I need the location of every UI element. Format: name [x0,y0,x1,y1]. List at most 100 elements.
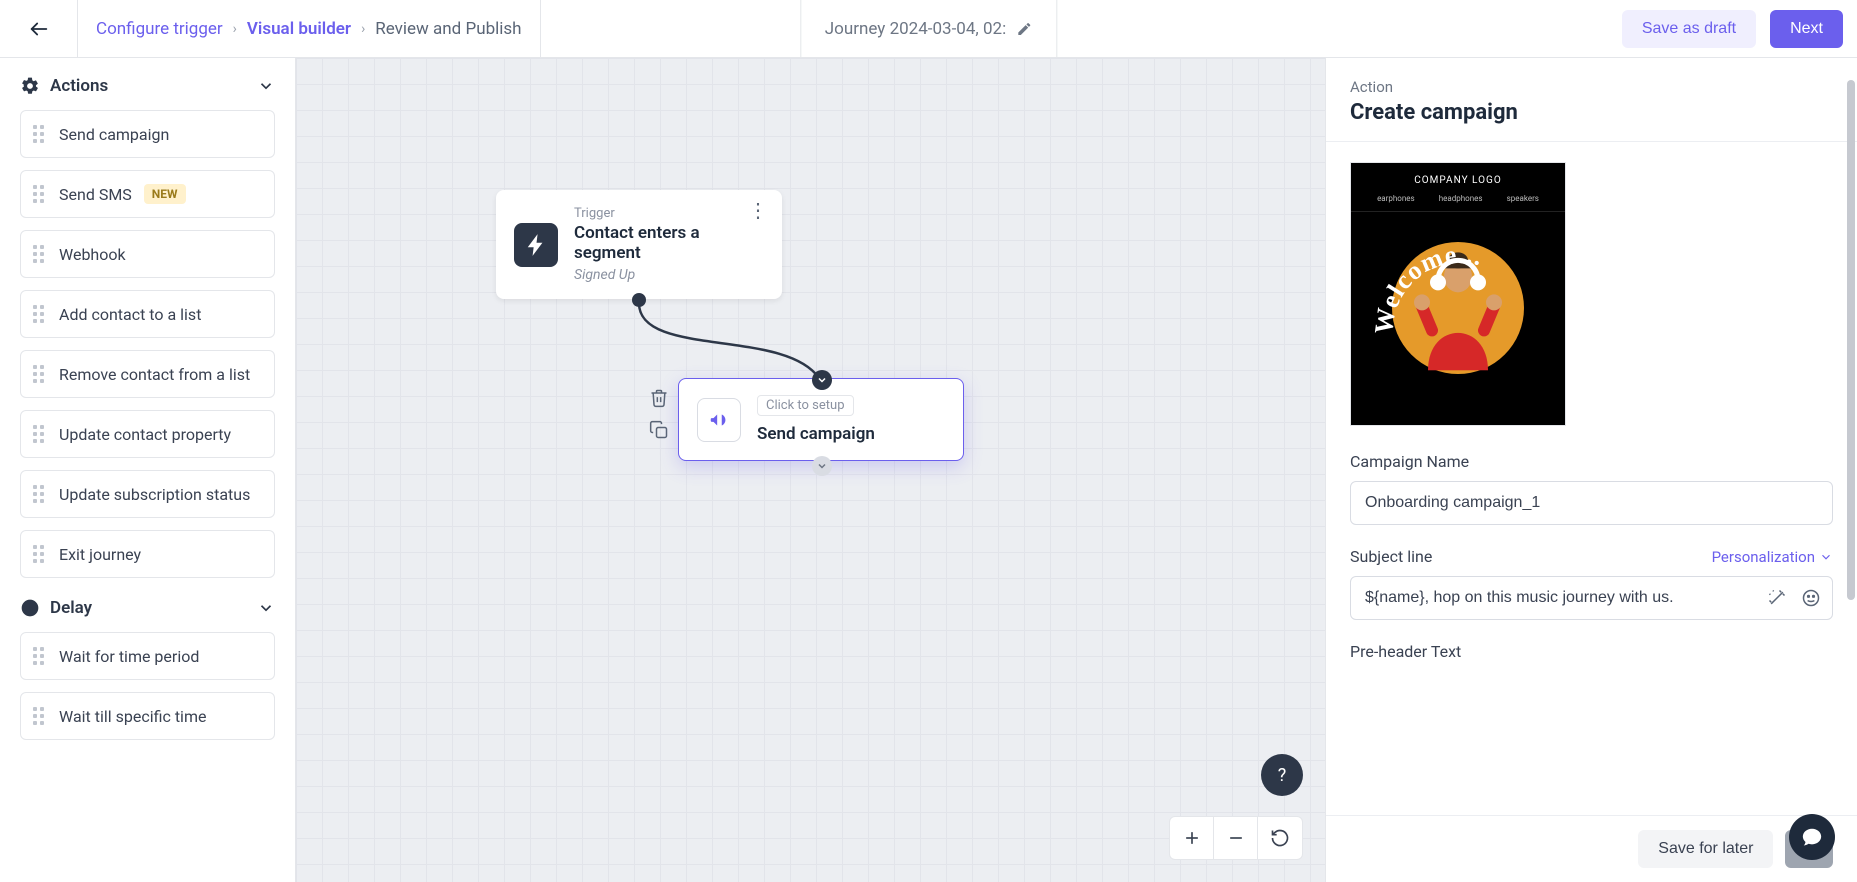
drag-handle-icon [33,304,47,324]
chat-icon [1801,826,1823,848]
chevron-right-icon: › [361,21,365,37]
emoji-icon[interactable] [1801,588,1821,608]
trigger-overline: Trigger [574,206,764,221]
subject-line-input[interactable] [1350,576,1833,620]
trigger-node-body: Trigger Contact enters a segment Signed … [574,206,764,283]
action-update-subscription-status[interactable]: Update subscription status [20,470,275,518]
delete-node-button[interactable] [648,388,670,410]
journey-title-cell: Journey 2024-03-04, 02: [800,0,1057,58]
workflow-canvas[interactable]: Trigger Contact enters a segment Signed … [296,58,1325,882]
edit-icon[interactable] [1016,21,1032,37]
campaign-name-input[interactable] [1350,481,1833,525]
email-preview-thumbnail[interactable]: COMPANY LOGO earphones headphones speake… [1350,162,1566,426]
node-tools [648,388,670,442]
preview-nav-item: earphones [1377,194,1415,203]
action-exit-journey[interactable]: Exit journey [20,530,275,578]
drag-handle-icon [33,484,47,504]
save-as-draft-button[interactable]: Save as draft [1622,10,1756,48]
drag-handle-icon [33,124,47,144]
canvas-zoom-controls [1169,816,1303,860]
chevron-down-icon [1819,550,1833,564]
subject-line-group: Subject line Personalization [1350,547,1833,620]
action-label: Update subscription status [59,485,250,504]
action-node-body: Click to setup Send campaign [757,395,945,444]
delay-wait-period[interactable]: Wait for time period [20,632,275,680]
action-remove-contact-list[interactable]: Remove contact from a list [20,350,275,398]
breadcrumb-step-3: Review and Publish [375,19,521,39]
node-more-button[interactable] [748,204,768,216]
drag-handle-icon [33,706,47,726]
action-label: Add contact to a list [59,305,201,324]
drag-handle-icon [33,364,47,384]
action-title: Send campaign [757,424,945,444]
preview-nav-item: headphones [1439,194,1483,203]
action-label: Wait till specific time [59,707,206,726]
help-icon: ? [1278,765,1287,786]
arrow-left-icon [28,18,50,40]
action-send-campaign[interactable]: Send campaign [20,110,275,158]
inspector-footer: Save for later N [1326,815,1857,882]
chevron-right-icon: › [233,21,237,37]
actions-sidebar: Actions Send campaign Send SMS NEW Webho… [0,58,296,882]
preview-nav: earphones headphones speakers [1351,186,1565,212]
action-label: Exit journey [59,545,141,564]
trigger-node[interactable]: Trigger Contact enters a segment Signed … [496,190,782,299]
actions-section-title: Actions [50,76,108,96]
new-badge: NEW [144,184,186,204]
zoom-in-button[interactable] [1170,816,1214,860]
header-actions: Save as draft Next [1622,0,1857,57]
magic-wand-icon[interactable] [1767,588,1787,608]
next-button[interactable]: Next [1770,10,1843,48]
scrollbar[interactable] [1847,80,1855,600]
node-port-out[interactable] [812,456,832,476]
zoom-out-button[interactable] [1214,816,1258,860]
help-button[interactable]: ? [1261,754,1303,796]
node-port-out[interactable] [632,293,646,307]
personalization-link[interactable]: Personalization [1712,548,1833,566]
save-for-later-button[interactable]: Save for later [1638,830,1773,868]
drag-handle-icon [33,646,47,666]
preheader-group: Pre-header Text [1350,642,1833,661]
clock-icon [20,598,40,618]
actions-section-header[interactable]: Actions [20,68,275,110]
drag-handle-icon [33,544,47,564]
delay-section-title: Delay [50,598,92,618]
preview-nav-item: speakers [1507,194,1539,203]
preview-hero-circle [1392,242,1524,374]
action-send-sms[interactable]: Send SMS NEW [20,170,275,218]
delay-wait-specific-time[interactable]: Wait till specific time [20,692,275,740]
chat-fab[interactable] [1789,814,1835,860]
breadcrumb-step-1[interactable]: Configure trigger [96,19,223,39]
person-headphones-icon [1408,250,1508,370]
delay-section-header[interactable]: Delay [20,590,275,632]
drag-handle-icon [33,184,47,204]
action-webhook[interactable]: Webhook [20,230,275,278]
preheader-label: Pre-header Text [1350,642,1833,661]
megaphone-icon [697,398,741,442]
action-add-contact-list[interactable]: Add contact to a list [20,290,275,338]
campaign-name-label: Campaign Name [1350,452,1833,471]
top-bar: Configure trigger › Visual builder › Rev… [0,0,1857,58]
subject-line-label: Subject line [1350,547,1432,566]
drag-handle-icon [33,244,47,264]
node-port-in[interactable] [812,370,832,390]
breadcrumb-step-2[interactable]: Visual builder [247,19,351,39]
journey-title: Journey 2024-03-04, 02: [825,19,1006,39]
action-label: Send SMS [59,185,132,204]
duplicate-node-button[interactable] [648,420,670,442]
chevron-down-icon [257,599,275,617]
trigger-subtitle: Signed Up [574,267,764,283]
action-node[interactable]: Click to setup Send campaign [678,378,964,461]
campaign-name-group: Campaign Name [1350,452,1833,525]
preview-brand: COMPANY LOGO [1351,163,1565,186]
action-update-contact-property[interactable]: Update contact property [20,410,275,458]
back-button[interactable] [0,0,78,57]
gear-icon [20,76,40,96]
action-label: Remove contact from a list [59,365,250,384]
action-label: Send campaign [59,125,169,144]
reset-zoom-button[interactable] [1258,816,1302,860]
inspector-panel: Action Create campaign COMPANY LOGO earp… [1325,58,1857,882]
action-label: Wait for time period [59,647,199,666]
action-overline: Click to setup [757,395,854,416]
inspector-header: Action Create campaign [1326,58,1857,142]
